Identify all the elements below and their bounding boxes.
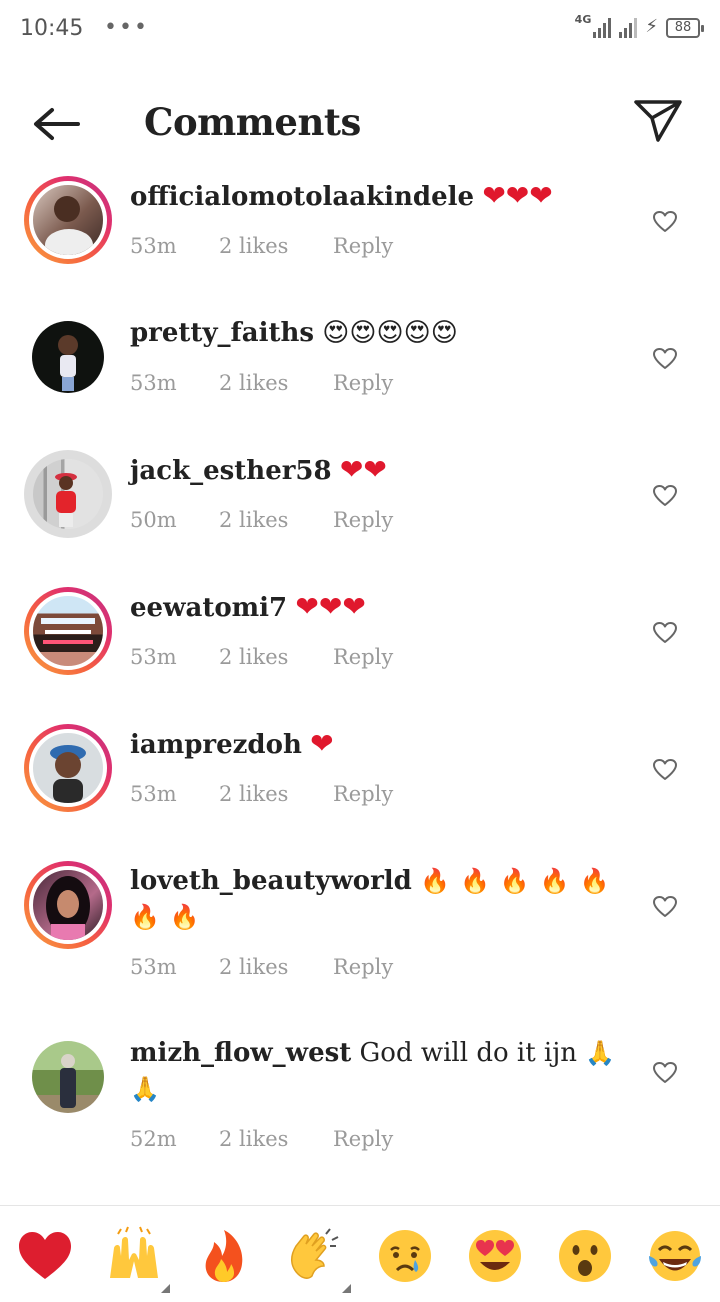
signal-strength-icon [593, 16, 612, 38]
heart-outline-icon[interactable] [652, 621, 678, 645]
heart-eyes-emoji-icon: 😍😍😍😍😍 [322, 318, 458, 348]
comment-username[interactable]: jack_esther58 [130, 456, 332, 486]
network-type-label: 4G [574, 13, 592, 26]
reply-button[interactable]: Reply [333, 645, 393, 669]
avatar-story-ring[interactable] [24, 724, 112, 812]
red-heart-icon: ❤ [310, 727, 334, 760]
reply-button[interactable]: Reply [333, 234, 393, 258]
fire-reaction-button[interactable] [194, 1226, 254, 1286]
comment-time: 53m [130, 782, 177, 806]
avatar-image [32, 1041, 104, 1113]
avatar-image [32, 321, 104, 393]
reply-button[interactable]: Reply [333, 782, 393, 806]
red-heart-reaction-button[interactable] [15, 1226, 75, 1286]
status-time: 10:45 [20, 16, 84, 41]
skin-tone-indicator [161, 1284, 170, 1293]
comment-likes[interactable]: 2 likes [219, 508, 288, 532]
avatar-image [33, 459, 103, 529]
back-button[interactable] [28, 102, 84, 146]
heart-outline-icon[interactable] [652, 484, 678, 508]
reply-button[interactable]: Reply [333, 508, 393, 532]
comment-time: 50m [130, 508, 177, 532]
avatar[interactable] [24, 450, 112, 538]
red-heart-icon: ❤❤❤ [295, 590, 366, 623]
paper-plane-icon [634, 100, 682, 142]
comment-likes[interactable]: 2 likes [219, 955, 288, 979]
comment-time: 53m [130, 234, 177, 258]
quick-reaction-bar [0, 1205, 720, 1302]
comment-username[interactable]: mizh_flow_west [130, 1038, 351, 1068]
crying-face-reaction-button[interactable] [375, 1226, 435, 1286]
raising-hands-reaction-button[interactable] [104, 1226, 164, 1286]
crying-face-icon [379, 1230, 431, 1282]
share-button[interactable] [630, 96, 686, 146]
arrow-left-icon [34, 108, 80, 140]
heart-eyes-face-icon [469, 1230, 521, 1282]
heart-outline-icon[interactable] [652, 347, 678, 371]
surprised-face-icon [559, 1230, 611, 1282]
avatar-story-ring[interactable] [24, 587, 112, 675]
avatar [29, 592, 107, 670]
reply-button[interactable]: Reply [333, 1127, 393, 1151]
status-bar: 10:45 ••• 4G ⚡ 88 [0, 0, 720, 64]
skin-tone-indicator [342, 1284, 351, 1293]
comment-time: 52m [130, 1127, 177, 1151]
avatar [29, 729, 107, 807]
comment-text: God will do it ijn [359, 1038, 578, 1068]
fire-icon [205, 1230, 243, 1282]
red-heart-icon [19, 1232, 71, 1279]
signal-strength-2-icon [619, 16, 638, 38]
header: Comments [0, 64, 720, 174]
reply-button[interactable]: Reply [333, 955, 393, 979]
page-title: Comments [144, 100, 361, 144]
raising-hands-icon [110, 1226, 158, 1278]
avatar-story-ring[interactable] [24, 861, 112, 949]
comment-username[interactable]: eewatomi7 [130, 593, 287, 623]
comment-username[interactable]: loveth_beautyworld [130, 866, 412, 896]
avatar [29, 181, 107, 259]
comment-likes[interactable]: 2 likes [219, 1127, 288, 1151]
tears-of-joy-reaction-button[interactable] [645, 1226, 705, 1286]
reply-button[interactable]: Reply [333, 371, 393, 395]
red-heart-icon: ❤❤❤ [482, 179, 553, 212]
comment-list: officialomotolaakindele ❤❤❤ 53m 2 likes … [0, 170, 720, 1200]
comment-likes[interactable]: 2 likes [219, 782, 288, 806]
avatar [29, 866, 107, 944]
avatar-story-ring[interactable] [24, 176, 112, 264]
heart-outline-icon[interactable] [652, 758, 678, 782]
battery-icon: 88 [666, 18, 704, 38]
notification-dots: ••• [104, 15, 149, 40]
comment-username[interactable]: iamprezdoh [130, 730, 302, 760]
surprised-face-reaction-button[interactable] [555, 1226, 615, 1286]
tears-of-joy-face-icon [649, 1231, 701, 1281]
red-heart-icon: ❤❤ [339, 453, 387, 486]
charging-icon: ⚡ [645, 16, 658, 37]
comment-time: 53m [130, 955, 177, 979]
heart-outline-icon[interactable] [652, 1061, 678, 1085]
comment-time: 53m [130, 371, 177, 395]
comment-likes[interactable]: 2 likes [219, 645, 288, 669]
heart-outline-icon[interactable] [652, 210, 678, 234]
comment-username[interactable]: officialomotolaakindele [130, 182, 474, 212]
clapping-hands-reaction-button[interactable] [284, 1226, 344, 1286]
heart-eyes-reaction-button[interactable] [465, 1226, 525, 1286]
avatar[interactable] [24, 1033, 112, 1121]
heart-outline-icon[interactable] [652, 895, 678, 919]
clapping-hands-icon [291, 1228, 339, 1279]
comment-time: 53m [130, 645, 177, 669]
comment-likes[interactable]: 2 likes [219, 234, 288, 258]
comment-likes[interactable]: 2 likes [219, 371, 288, 395]
avatar[interactable] [24, 313, 112, 401]
comment-username[interactable]: pretty_faiths [130, 318, 314, 348]
status-icons: 4G ⚡ 88 [574, 13, 704, 38]
